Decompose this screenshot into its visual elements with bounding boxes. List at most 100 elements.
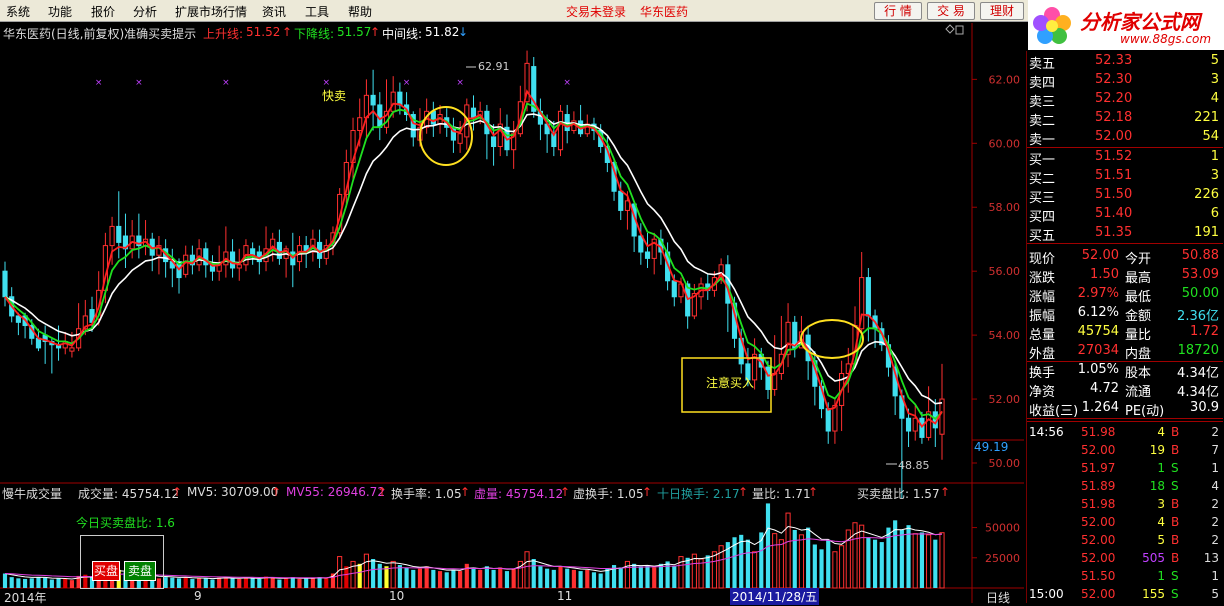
buy-order-row[interactable]: 买一 51.52 1: [1027, 148, 1223, 168]
stat-label: 收益(三): [1029, 404, 1079, 419]
down-line-label: 下降线:: [294, 27, 335, 41]
menu-function[interactable]: 功能: [48, 3, 72, 20]
volume-bar: [792, 530, 797, 588]
candle-body: [618, 190, 624, 211]
buy-order-row[interactable]: 买四 51.40 6: [1027, 205, 1223, 225]
tick-row: 14:56 51.98 4 B 2: [1027, 423, 1223, 442]
tick-volume: 4: [1157, 425, 1165, 439]
tick-time: 14:56: [1029, 425, 1064, 439]
tick-direction: B: [1171, 515, 1180, 529]
volume-bar: [826, 539, 831, 588]
logo-url: www.88gs.com: [1120, 32, 1212, 46]
volume-arrow: ↑: [172, 485, 183, 499]
stat-label: PE(动): [1125, 404, 1165, 419]
volume-bar: [531, 559, 536, 588]
volume-bar: [484, 566, 489, 588]
volume-header: 慢牛成交量 成交量: 45754.12 ↑ MV5: 30709.00 ↑ MV…: [0, 485, 972, 501]
menu-news[interactable]: 资讯: [262, 3, 286, 20]
candle-body: [15, 315, 21, 323]
volume-bar: [183, 577, 188, 588]
volume-bar: [257, 578, 262, 588]
stat-label: 最低: [1125, 290, 1152, 305]
ten-day-turnover-arrow: ↑: [738, 485, 749, 499]
volume-bar: [437, 571, 443, 588]
order-price: 51.50: [1095, 187, 1133, 202]
menu-extended-market[interactable]: 扩展市场行情: [175, 3, 247, 20]
volume-value: 成交量: 45754.12: [78, 487, 180, 501]
ten-day-turnover-value: 十日换手: 2.17: [657, 487, 740, 501]
stat-label: 股本: [1125, 366, 1152, 381]
candle-body: [772, 372, 778, 390]
tick-volume: 4: [1157, 515, 1165, 529]
sell-order-row[interactable]: 卖三 52.20 4: [1027, 90, 1223, 110]
menu-system[interactable]: 系统: [6, 3, 30, 20]
stats-row: 振幅 6.12% 金额 2.36亿: [1027, 304, 1223, 324]
tick-volume: 505: [1142, 551, 1165, 565]
candle-body: [229, 251, 236, 269]
sell-order-row[interactable]: 卖五 52.33 5: [1027, 52, 1223, 72]
menu-help[interactable]: 帮助: [348, 3, 372, 20]
order-level-label: 买五: [1029, 229, 1056, 244]
candle-body: [236, 264, 242, 269]
volume-bar: [170, 577, 175, 588]
market-button[interactable]: 行 情: [874, 2, 922, 20]
volume-bar: [9, 577, 14, 588]
candle-body: [765, 366, 771, 390]
volume-bar: [926, 534, 932, 589]
volume-bar: [63, 578, 68, 588]
volume-bar: [337, 556, 343, 589]
stat-value: 2.97%: [1077, 286, 1119, 301]
menu-quote[interactable]: 报价: [91, 3, 115, 20]
buy-orders-button[interactable]: 买盘: [92, 561, 120, 581]
volume-bar: [404, 567, 409, 588]
tick-price: 51.97: [1081, 461, 1116, 475]
tick-direction: S: [1171, 461, 1179, 475]
price-tick-label: 54.00: [989, 329, 1021, 342]
sell-order-row[interactable]: 卖四 52.30 3: [1027, 71, 1223, 91]
sell-orders-button[interactable]: 卖盘: [124, 561, 156, 581]
candle-body: [939, 398, 945, 435]
stats-row: 换手 1.05% 股本 4.34亿: [1027, 361, 1223, 381]
stats-row: 涨幅 2.97% 最低 50.00: [1027, 285, 1223, 305]
volume-bar: [772, 533, 778, 589]
finance-button[interactable]: 理财: [980, 2, 1024, 20]
volume-bar: [498, 567, 503, 588]
volume-bar: [591, 572, 597, 588]
cursor-date-label: 2014/11/28/五: [730, 588, 820, 605]
menu-tools[interactable]: 工具: [305, 3, 329, 20]
trade-button[interactable]: 交 易: [927, 2, 975, 20]
tick-volume: 5: [1157, 533, 1165, 547]
order-level-label: 卖五: [1029, 57, 1056, 72]
tick-price: 51.89: [1081, 479, 1116, 493]
stats-divider: [1027, 361, 1223, 362]
tick-volume: 3: [1157, 497, 1165, 511]
buy-order-row[interactable]: 买三 51.50 226: [1027, 186, 1223, 206]
volume-bar: [565, 568, 570, 588]
volume-bar: [317, 577, 322, 588]
tick-price: 52.00: [1081, 533, 1116, 547]
menu-analysis[interactable]: 分析: [133, 3, 157, 20]
sell-order-row[interactable]: 卖一 52.00 54: [1027, 128, 1223, 148]
volume-bar: [658, 563, 663, 588]
volume-bar: [23, 578, 28, 588]
candle-body: [671, 280, 677, 298]
tick-count: 2: [1211, 533, 1219, 547]
signal-marker: ×: [403, 78, 411, 88]
stat-label: 振幅: [1029, 309, 1056, 324]
volume-bar: [270, 577, 275, 588]
volume-bar: [872, 539, 878, 588]
order-price: 51.35: [1095, 225, 1133, 240]
volume-bar: [478, 569, 483, 588]
volume-bar: [304, 577, 309, 588]
buy-order-row[interactable]: 买五 51.35 191: [1027, 224, 1223, 244]
stat-label: 量比: [1125, 328, 1152, 343]
price-tick-label: 50.00: [989, 457, 1021, 470]
order-volume: 3: [1210, 168, 1219, 183]
candle-body: [69, 347, 75, 352]
buy-order-row[interactable]: 买二 51.51 3: [1027, 167, 1223, 187]
order-book-divider: [1027, 243, 1223, 244]
volume-ratio-value: 量比: 1.71: [752, 487, 811, 501]
sell-order-row[interactable]: 卖二 52.18 221: [1027, 109, 1223, 129]
tick-price: 52.00: [1081, 587, 1116, 601]
stock-indicator-title: 华东医药(日线,前复权)准确买卖提示: [3, 27, 197, 41]
